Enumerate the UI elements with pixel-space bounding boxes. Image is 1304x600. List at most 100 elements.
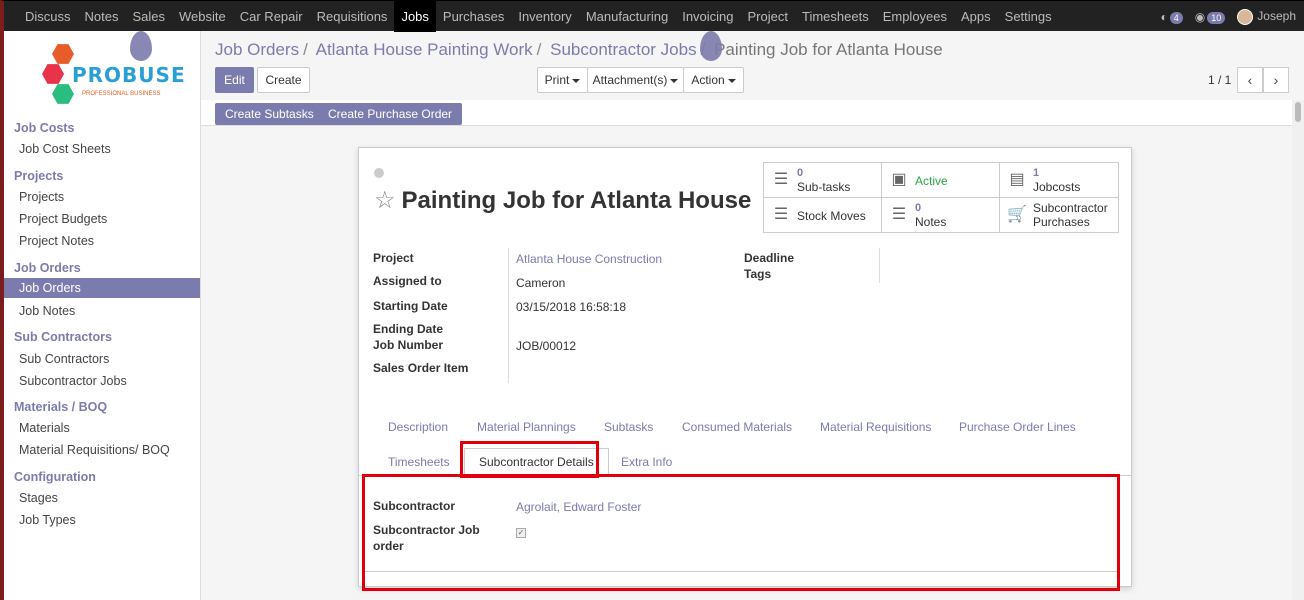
tab-description[interactable]: Description — [388, 420, 448, 434]
logo-tagline: PROFESSIONAL BUSINESS — [82, 91, 161, 97]
create-subtasks-button[interactable]: Create Subtasks — [215, 103, 324, 125]
pager-next-button[interactable]: › — [1263, 67, 1289, 93]
sidebar-item-sub-contractors[interactable]: Sub Contractors — [4, 349, 200, 369]
sidebar-item-job-cost-sheets[interactable]: Job Cost Sheets — [4, 139, 200, 159]
pager-value[interactable]: 1 / 1 — [1208, 73, 1231, 87]
start-field[interactable]: 03/15/2018 16:58:18 — [516, 300, 626, 314]
jobcosts-stat-button[interactable]: ▤ 1 Jobcosts — [1000, 163, 1118, 198]
end-label: Ending Date — [373, 322, 444, 336]
notes-count: 0 — [915, 202, 922, 214]
tab-subtasks[interactable]: Subtasks — [604, 420, 653, 434]
subtasks-label: Sub-tasks — [797, 180, 851, 194]
menu-employees[interactable]: Employees — [876, 1, 954, 32]
menu-requisitions[interactable]: Requisitions — [310, 1, 395, 32]
print-label: Print — [544, 73, 570, 87]
project-field[interactable]: Atlanta House Construction — [516, 252, 662, 266]
kanban-state-icon[interactable] — [374, 168, 384, 178]
cart-icon: 🛒 — [1007, 206, 1027, 223]
assigned-field[interactable]: Cameron — [516, 276, 565, 290]
action-button[interactable]: Action — [683, 67, 744, 93]
chevron-right-icon: › — [1273, 72, 1279, 88]
menu-discuss[interactable]: Discuss — [18, 1, 78, 32]
sidebar-item-materials[interactable]: Materials — [4, 418, 200, 438]
menu-apps[interactable]: Apps — [954, 1, 998, 32]
menu-sales[interactable]: Sales — [125, 1, 172, 32]
jobcosts-label: Jobcosts — [1033, 180, 1081, 194]
sidebar-item-job-notes[interactable]: Job Notes — [4, 301, 200, 321]
menu-project[interactable]: Project — [741, 1, 795, 32]
pager-previous-button[interactable]: ‹ — [1237, 67, 1263, 93]
tab-purchase-order-lines[interactable]: Purchase Order Lines — [959, 420, 1076, 434]
section-job-orders: Job Orders — [14, 261, 81, 275]
menu-inventory[interactable]: Inventory — [511, 1, 578, 32]
sidebar-item-stages[interactable]: Stages — [4, 488, 200, 508]
sidebar-item-project-budgets[interactable]: Project Budgets — [4, 209, 200, 229]
menu-settings[interactable]: Settings — [998, 1, 1059, 32]
highlight-box-content — [362, 474, 1120, 591]
stock-moves-label: Stock Moves — [797, 209, 866, 223]
attachments-button[interactable]: Attachment(s) — [587, 67, 684, 93]
menu-timesheets[interactable]: Timesheets — [795, 1, 876, 32]
menu-invoicing[interactable]: Invoicing — [675, 1, 740, 32]
breadcrumb-subcontractor-jobs[interactable]: Subcontractor Jobs — [550, 40, 696, 59]
notes-icon: ☰ — [891, 206, 907, 223]
breadcrumb-job-orders[interactable]: Job Orders — [215, 40, 299, 59]
create-purchase-order-button[interactable]: Create Purchase Order — [318, 103, 463, 125]
attachments-label: Attachment(s) — [592, 73, 668, 87]
activity-button[interactable]: ◉ 10 — [1195, 10, 1226, 24]
stat-buttons: ☰ 0 Sub-tasks ▣ Active ▤ 1 Jobcosts ☰ St… — [763, 162, 1119, 233]
cursor-drop-icon — [700, 31, 722, 61]
tab-extra-info[interactable]: Extra Info — [621, 455, 672, 469]
cursor-drop-icon — [130, 31, 152, 61]
print-button[interactable]: Print — [537, 67, 588, 93]
scrollbar[interactable] — [1292, 100, 1304, 600]
notes-label: Notes — [915, 215, 947, 229]
menu-jobs[interactable]: Jobs — [394, 1, 436, 32]
chat-button[interactable]: ◐ 4 — [1161, 10, 1183, 24]
menu-purchases[interactable]: Purchases — [436, 1, 511, 32]
tab-consumed-materials[interactable]: Consumed Materials — [682, 420, 792, 434]
sidebar-item-job-orders[interactable]: Job Orders — [4, 278, 200, 298]
subtasks-stat-button[interactable]: ☰ 0 Sub-tasks — [764, 163, 882, 198]
breadcrumb-atlanta-house-painting[interactable]: Atlanta House Painting Work — [316, 40, 533, 59]
jobnum-field[interactable]: JOB/00012 — [516, 339, 576, 353]
menu-manufacturing[interactable]: Manufacturing — [579, 1, 675, 32]
scrollbar-thumb[interactable] — [1295, 102, 1301, 122]
notes-stat-button[interactable]: ☰ 0 Notes — [882, 198, 1000, 233]
active-label: Active — [915, 174, 948, 188]
section-sub-contractors: Sub Contractors — [14, 330, 112, 344]
user-name: Joseph — [1257, 8, 1296, 23]
logo-hex-icon — [52, 44, 74, 64]
sidebar-item-job-types[interactable]: Job Types — [4, 510, 200, 530]
record-title: ☆ Painting Job for Atlanta House — [374, 186, 751, 215]
create-button[interactable]: Create — [257, 67, 310, 93]
stock-moves-stat-button[interactable]: ☰ Stock Moves — [764, 198, 882, 233]
tags-label: Tags — [744, 267, 772, 281]
chevron-down-icon — [572, 78, 581, 83]
logo-hex-icon — [52, 84, 74, 104]
user-menu[interactable]: Joseph — [1237, 8, 1296, 25]
menu-notes[interactable]: Notes — [78, 1, 126, 32]
sidebar-item-subcontractor-jobs[interactable]: Subcontractor Jobs — [4, 371, 200, 391]
tab-material-plannings[interactable]: Material Plannings — [477, 420, 576, 434]
start-label: Starting Date — [373, 299, 448, 313]
sidebar-item-material-requisitions[interactable]: Material Requisitions/ BOQ — [4, 440, 200, 460]
menu-website[interactable]: Website — [172, 1, 233, 32]
sidebar-item-project-notes[interactable]: Project Notes — [4, 231, 200, 251]
edit-button[interactable]: Edit — [215, 67, 254, 93]
deadline-label: Deadline — [744, 251, 795, 265]
tab-material-requisitions[interactable]: Material Requisitions — [820, 420, 931, 434]
tab-timesheets[interactable]: Timesheets — [388, 455, 450, 469]
chevron-down-icon — [727, 78, 736, 83]
section-materials-boq: Materials / BOQ — [14, 400, 108, 414]
star-icon[interactable]: ☆ — [374, 187, 396, 214]
active-toggle-button[interactable]: ▣ Active — [882, 163, 1000, 198]
sidebar-item-projects[interactable]: Projects — [4, 187, 200, 207]
list-icon: ☰ — [773, 171, 789, 188]
section-projects: Projects — [14, 169, 64, 183]
company-logo[interactable]: PROBUSE PROFESSIONAL BUSINESS — [42, 43, 185, 109]
chevron-down-icon — [670, 78, 679, 83]
subcontractor-purchases-stat-button[interactable]: 🛒 Subcontractor Purchases — [1000, 198, 1118, 233]
section-configuration: Configuration — [14, 470, 96, 484]
menu-car-repair[interactable]: Car Repair — [233, 1, 310, 32]
